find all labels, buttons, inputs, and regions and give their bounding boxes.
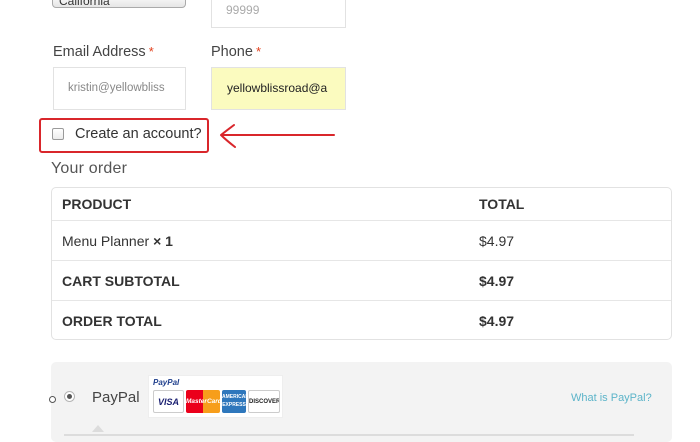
phone-field[interactable]: yellowblissroad@a xyxy=(211,67,346,110)
visa-card-icon: VISA xyxy=(153,390,184,413)
your-order-heading: Your order xyxy=(51,160,128,177)
radio-selected-dot xyxy=(67,394,72,399)
cart-subtotal-value: $4.97 xyxy=(479,273,515,289)
column-header-product: PRODUCT xyxy=(62,196,132,212)
bullet-icon xyxy=(49,396,56,403)
table-divider xyxy=(52,300,671,301)
column-header-total: TOTAL xyxy=(479,196,525,212)
cart-subtotal-label: CART SUBTOTAL xyxy=(62,273,180,289)
payment-description-box-edge xyxy=(64,434,634,436)
annotation-arrow-icon xyxy=(220,124,335,148)
email-label-text: Email Address xyxy=(53,44,146,60)
phone-label-text: Phone xyxy=(211,44,253,60)
amex-card-icon: AMERICAN EXPRESS xyxy=(222,390,246,413)
required-asterisk: * xyxy=(255,44,261,59)
phone-label: Phone * xyxy=(211,44,261,60)
email-field[interactable]: kristin@yellowbliss xyxy=(53,67,186,110)
paypal-method-label[interactable]: PayPal xyxy=(92,389,140,406)
table-divider xyxy=(52,220,671,221)
table-divider xyxy=(52,260,671,261)
state-select[interactable]: California xyxy=(52,0,186,8)
order-item-total: $4.97 xyxy=(479,233,515,249)
paypal-brand-text: PayPal xyxy=(153,378,180,387)
discover-card-icon: DISCOVER xyxy=(248,390,280,413)
order-total-label: ORDER TOTAL xyxy=(62,313,162,329)
order-total-value: $4.97 xyxy=(479,313,515,329)
zip-input[interactable]: 99999 xyxy=(211,0,346,28)
required-asterisk: * xyxy=(148,44,154,59)
create-account-checkbox[interactable] xyxy=(52,128,64,140)
mastercard-icon: MasterCard xyxy=(186,390,220,413)
product-name: Menu Planner xyxy=(62,233,150,249)
product-quantity: × 1 xyxy=(153,233,173,249)
caret-up-icon xyxy=(92,425,104,432)
order-item-name: Menu Planner × 1 xyxy=(62,233,173,249)
email-label: Email Address * xyxy=(53,44,154,60)
what-is-paypal-link[interactable]: What is PayPal? xyxy=(571,392,652,404)
create-account-label[interactable]: Create an account? xyxy=(75,126,202,142)
